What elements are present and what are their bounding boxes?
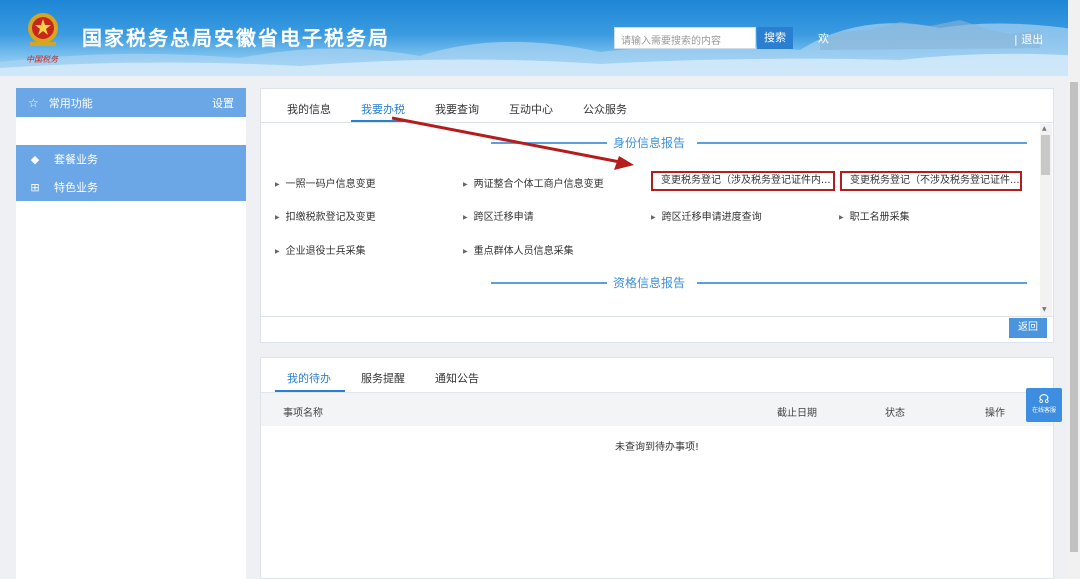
tab-query[interactable]: 我要查询 [435,101,479,117]
tax-service-panel: 我的信息 我要办税 我要查询 互动中心 公众服务 身份信息报告 ▶ 一照一码户信息… [260,88,1054,343]
site-header: 中国税务 国家税务总局安徽省电子税务局 请输入需要搜索的内容 搜索 欢 | 退出 [0,0,1080,76]
online-service-label: 在线客服 [1031,407,1056,414]
search-button[interactable]: 搜索 [757,27,793,49]
sidebar-common-functions[interactable]: ☆ 常用功能 设置 [16,88,246,117]
sidebar: ☆ 常用功能 设置 ◆ 套餐业务 ⊞ 特色业务 [16,88,246,579]
triangle-icon: ▶ [275,248,280,255]
list-item-label: 重点群体人员信息采集 [473,246,574,257]
star-icon: ☆ [28,95,39,110]
list-item[interactable]: ▶ 跨区迁移申请进度查询 [651,208,762,223]
section-divider [491,142,607,144]
sidebar-item-label: 特色业务 [54,181,98,194]
grid-icon: ⊞ [30,180,40,194]
sidebar-item-featured[interactable]: ⊞ 特色业务 [16,173,246,201]
list-item[interactable]: ▶ 扣缴税款登记及变更 [275,208,376,223]
tax-items-list: 身份信息报告 ▶ 一照一码户信息变更 ▶ 两证整合个体工商户信息变更 变更税务登记（… [261,124,1053,316]
triangle-icon: ▶ [651,214,656,221]
logout-link[interactable]: | 退出 [1014,31,1043,47]
triangle-icon: ▶ [463,214,468,221]
section-divider [697,142,1027,144]
list-item[interactable]: ▶ 一照一码户信息变更 [275,175,376,190]
column-header: 状态 [885,408,905,419]
page-scroll-thumb[interactable] [1070,82,1078,552]
sidebar-settings-link[interactable]: 设置 [212,95,234,111]
triangle-icon: ▶ [275,181,280,188]
panel-scrollbar[interactable]: ▲ ▼ [1040,124,1052,316]
scroll-thumb[interactable] [1041,135,1050,175]
list-item-label: 扣缴税款登记及变更 [285,212,376,223]
scroll-up-icon[interactable]: ▲ [1042,125,1047,132]
triangle-icon: ▶ [275,214,280,221]
section-divider [491,282,607,284]
section-divider [697,282,1027,284]
column-header: 截止日期 [777,408,817,419]
sidebar-menu: ◆ 套餐业务 ⊞ 特色业务 [16,145,246,201]
tab-my-info[interactable]: 我的信息 [287,101,331,117]
column-header: 操作 [985,408,1005,419]
search-input[interactable]: 请输入需要搜索的内容 [614,27,756,49]
triangle-icon: ▶ [463,248,468,255]
tab-notice[interactable]: 通知公告 [435,370,479,386]
headset-icon: ☊ [1038,392,1050,406]
sidebar-item-label: 套餐业务 [54,153,98,166]
list-item-label: 企业退役士兵采集 [285,246,366,257]
todo-header: 我的待办 服务提醒 通知公告 事项名称 截止日期 状态 操作 [261,358,1053,426]
main-tabs: 我的信息 我要办税 我要查询 互动中心 公众服务 [261,89,1053,123]
list-item-label: 跨区迁移申请 [473,212,534,223]
site-title: 国家税务总局安徽省电子税务局 [82,26,390,50]
tax-emblem-icon: 中国税务 [26,13,59,64]
list-item[interactable]: ▶ 职工名册采集 [839,208,910,223]
scroll-down-icon[interactable]: ▼ [1042,306,1047,313]
layers-icon: ◆ [30,152,40,166]
list-item-label: 跨区迁移申请进度查询 [661,212,762,223]
section-title-identity: 身份信息报告 [607,134,692,151]
list-item[interactable]: ▶ 重点群体人员信息采集 [463,242,574,257]
welcome-text: 欢 [818,32,829,45]
triangle-icon: ▶ [463,181,468,188]
list-item[interactable]: ▶ 两证整合个体工商户信息变更 [463,175,604,190]
return-button[interactable]: 返回 [1009,318,1047,338]
tab-my-todo[interactable]: 我的待办 [287,370,331,386]
change-registration-without-certificate[interactable]: 变更税务登记（不涉及税务登记证件... [840,171,1022,191]
table-header: 事项名称 截止日期 状态 操作 [261,392,1053,426]
tab-public-service[interactable]: 公众服务 [583,101,627,117]
emblem-caption: 中国税务 [26,55,59,64]
online-service-button[interactable]: ☊ 在线客服 [1026,388,1062,422]
tab-interaction[interactable]: 互动中心 [509,101,553,117]
panel-divider [261,316,1053,317]
change-registration-with-certificate[interactable]: 变更税务登记（涉及税务登记证件内... [651,171,835,191]
list-item-label: 一照一码户信息变更 [285,179,376,190]
section-title-qualification: 资格信息报告 [607,274,692,291]
sidebar-common-functions-label: 常用功能 [48,96,93,110]
active-tab-indicator [351,120,411,122]
list-item-label: 两证整合个体工商户信息变更 [473,179,604,190]
tab-do-tax[interactable]: 我要办税 [361,101,405,117]
todo-panel: 我的待办 服务提醒 通知公告 事项名称 截止日期 状态 操作 未查询到待办事项! [260,357,1054,579]
tab-service-reminder[interactable]: 服务提醒 [361,370,405,386]
list-item[interactable]: ▶ 跨区迁移申请 [463,208,534,223]
page-scrollbar[interactable] [1068,0,1080,579]
sidebar-item-package[interactable]: ◆ 套餐业务 [16,145,246,173]
list-item-label: 职工名册采集 [849,212,910,223]
list-item[interactable]: ▶ 企业退役士兵采集 [275,242,366,257]
empty-message: 未查询到待办事项! [614,442,699,453]
triangle-icon: ▶ [839,214,844,221]
column-header: 事项名称 [283,408,323,419]
